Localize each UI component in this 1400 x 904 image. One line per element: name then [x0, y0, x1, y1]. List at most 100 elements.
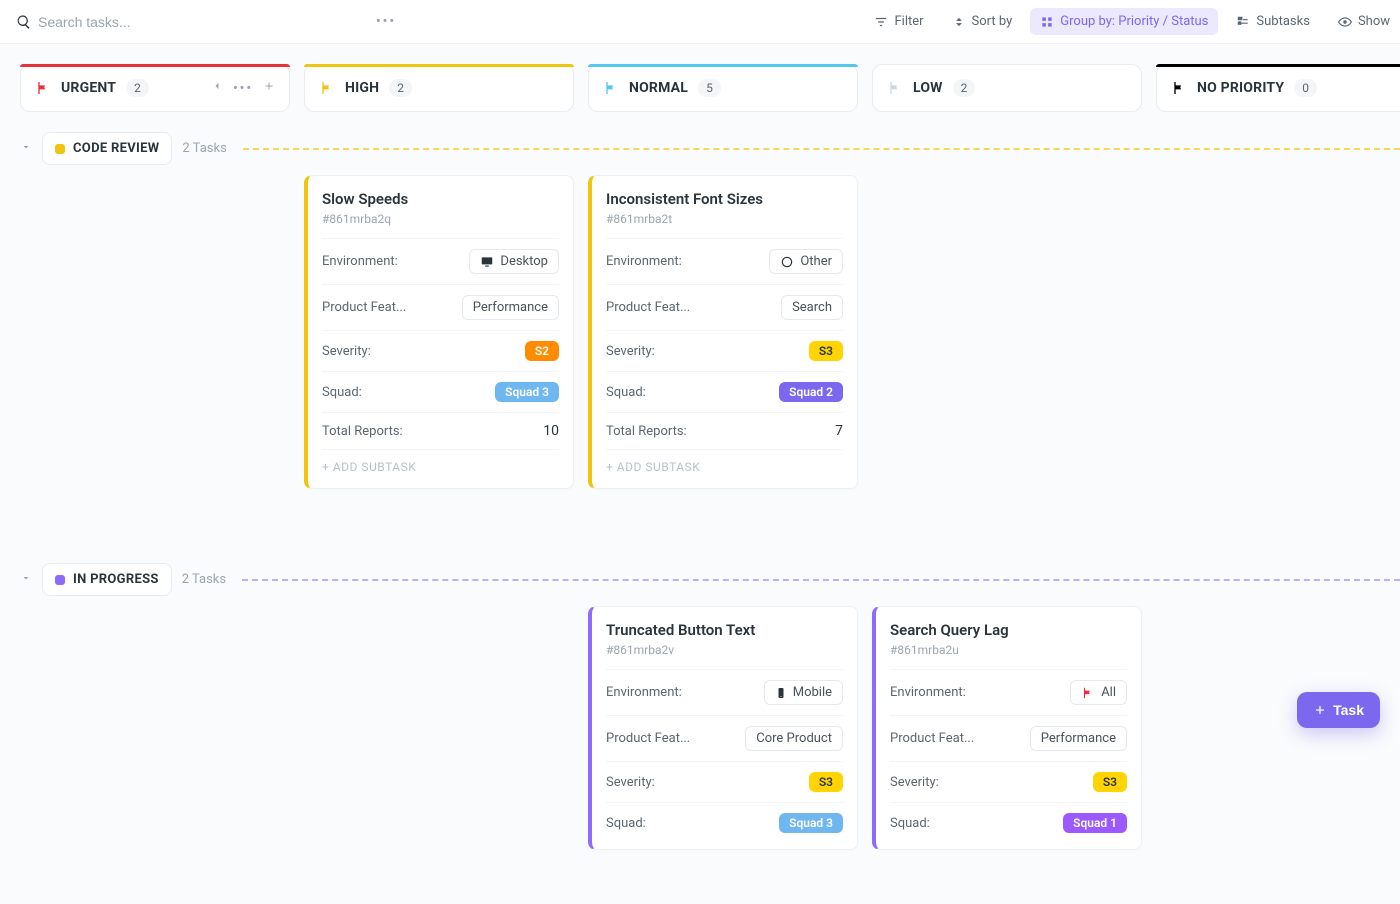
task-card[interactable]: Inconsistent Font Sizes #861mrba2t Envir…	[588, 175, 858, 489]
task-card[interactable]: Truncated Button Text #861mrba2v Environ…	[588, 606, 858, 850]
group-icon	[1040, 15, 1054, 29]
chevron-down-icon[interactable]	[20, 141, 32, 157]
show-icon	[1338, 15, 1352, 29]
field-label: Squad:	[890, 816, 930, 831]
add-subtask-button[interactable]: + ADD SUBTASK	[606, 449, 843, 482]
status-group: IN PROGRESS 2 Tasks Truncated Button Tex…	[20, 563, 1400, 864]
task-card[interactable]: Search Query Lag #861mrba2u Environment:…	[872, 606, 1142, 850]
environment-value: All	[1101, 685, 1116, 700]
chevron-down-icon[interactable]	[20, 572, 32, 588]
column-count: 2	[389, 79, 412, 97]
environment-icon	[1081, 686, 1095, 700]
environment-tag[interactable]: All	[1070, 680, 1127, 705]
new-task-fab[interactable]: Task	[1297, 692, 1380, 728]
show-label: Show	[1358, 14, 1390, 29]
topbar-right: Filter Sort by Group by: Priority / Stat…	[864, 8, 1400, 35]
empty-column-slot	[1156, 606, 1400, 607]
column-title: NORMAL	[629, 80, 688, 96]
field-label: Severity:	[890, 775, 939, 790]
card-field-severity: Severity: S3	[606, 330, 843, 371]
subtasks-icon	[1236, 15, 1250, 29]
product-feature-tag[interactable]: Performance	[1030, 726, 1127, 751]
product-feature-tag[interactable]: Search	[781, 295, 843, 320]
empty-column-slot	[20, 175, 290, 176]
column-slot: Truncated Button Text #861mrba2v Environ…	[588, 606, 858, 864]
environment-icon	[780, 255, 794, 269]
environment-tag[interactable]: Desktop	[469, 249, 559, 274]
column-header-normal[interactable]: NORMAL 5	[588, 64, 858, 112]
sort-label: Sort by	[972, 14, 1013, 29]
fab-label: Task	[1333, 702, 1364, 718]
flag-icon	[35, 80, 51, 96]
sort-button[interactable]: Sort by	[942, 8, 1023, 35]
card-field-squad: Squad: Squad 2	[606, 371, 843, 412]
field-label: Product Feat...	[890, 731, 974, 746]
group-divider	[242, 579, 1400, 581]
field-label: Severity:	[606, 775, 655, 790]
field-label: Environment:	[606, 685, 682, 700]
status-dot	[55, 575, 65, 585]
environment-tag[interactable]: Mobile	[764, 680, 843, 705]
column-title: NO PRIORITY	[1197, 80, 1284, 96]
card-title: Truncated Button Text	[606, 621, 843, 639]
squad-pill[interactable]: Squad 3	[495, 382, 559, 402]
column-header-low[interactable]: LOW 2	[872, 64, 1142, 112]
card-title: Slow Speeds	[322, 190, 559, 208]
squad-pill[interactable]: Squad 1	[1063, 813, 1127, 833]
environment-icon	[480, 255, 494, 269]
column-header-high[interactable]: HIGH 2	[304, 64, 574, 112]
status-group: CODE REVIEW 2 Tasks Slow Speeds #861mrba…	[20, 132, 1400, 503]
show-button[interactable]: Show	[1328, 8, 1400, 35]
column-header-no priority[interactable]: NO PRIORITY 0	[1156, 64, 1400, 112]
severity-pill[interactable]: S3	[1093, 772, 1127, 792]
column-more-icon[interactable]: •••	[233, 81, 253, 96]
card-field-product-feature: Product Feat... Core Product	[606, 715, 843, 761]
card-id: #861mrba2q	[322, 212, 559, 226]
column-headers-row: URGENT 2 ••• HIGH 2 NORMAL 5 LOW 2	[0, 44, 1400, 112]
empty-column-slot	[872, 175, 1142, 176]
status-chip[interactable]: IN PROGRESS	[42, 563, 172, 596]
card-field-product-feature: Product Feat... Performance	[322, 284, 559, 330]
card-id: #861mrba2t	[606, 212, 843, 226]
add-subtask-button[interactable]: + ADD SUBTASK	[322, 449, 559, 482]
card-field-product-feature: Product Feat... Search	[606, 284, 843, 330]
column-header-urgent[interactable]: URGENT 2 •••	[20, 64, 290, 112]
card-field-severity: Severity: S2	[322, 330, 559, 371]
column-stripe	[20, 64, 290, 67]
group-button[interactable]: Group by: Priority / Status	[1030, 8, 1218, 35]
status-name: CODE REVIEW	[73, 141, 159, 156]
card-field-environment: Environment: Mobile	[606, 669, 843, 715]
field-label: Severity:	[322, 344, 371, 359]
search-wrap[interactable]	[16, 14, 218, 30]
squad-pill[interactable]: Squad 2	[779, 382, 843, 402]
more-menu-button[interactable]: •••	[376, 14, 396, 29]
squad-pill[interactable]: Squad 3	[779, 813, 843, 833]
column-stripe	[588, 64, 858, 67]
column-count: 5	[698, 79, 721, 97]
environment-tag[interactable]: Other	[769, 249, 843, 274]
collapse-column-icon[interactable]	[211, 80, 223, 96]
severity-pill[interactable]: S3	[809, 772, 843, 792]
field-label: Squad:	[322, 385, 362, 400]
product-feature-tag[interactable]: Core Product	[745, 726, 843, 751]
search-input[interactable]	[38, 14, 218, 30]
column-title: URGENT	[61, 80, 116, 96]
add-task-icon[interactable]	[263, 80, 275, 96]
product-feature-tag[interactable]: Performance	[462, 295, 559, 320]
filter-button[interactable]: Filter	[864, 8, 933, 35]
column-stripe	[304, 64, 574, 67]
cards-row: Truncated Button Text #861mrba2v Environ…	[20, 606, 1400, 864]
flag-icon	[603, 80, 619, 96]
column-actions: •••	[211, 80, 275, 96]
environment-value: Mobile	[793, 685, 832, 700]
group-header: IN PROGRESS 2 Tasks	[20, 563, 1400, 606]
subtasks-button[interactable]: Subtasks	[1226, 8, 1320, 35]
severity-pill[interactable]: S3	[809, 341, 843, 361]
empty-column-slot	[1156, 175, 1400, 176]
column-title: HIGH	[345, 80, 379, 96]
status-chip[interactable]: CODE REVIEW	[42, 132, 172, 165]
task-card[interactable]: Slow Speeds #861mrba2q Environment: Desk…	[304, 175, 574, 489]
card-field-squad: Squad: Squad 1	[890, 802, 1127, 843]
sort-icon	[952, 15, 966, 29]
severity-pill[interactable]: S2	[525, 341, 559, 361]
